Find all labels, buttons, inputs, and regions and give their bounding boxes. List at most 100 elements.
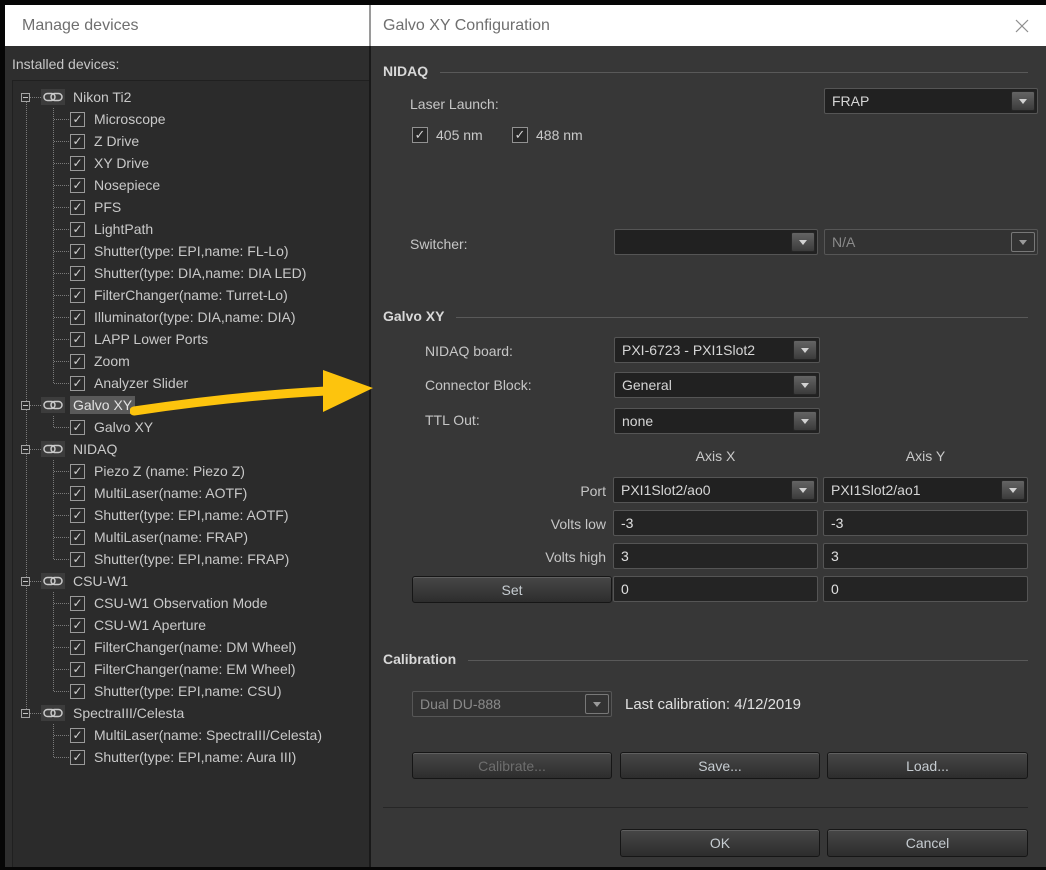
checkmark-icon[interactable]: ✓ <box>70 728 85 743</box>
collapse-icon[interactable] <box>21 401 30 410</box>
tree-group-label[interactable]: Galvo XY <box>70 396 135 414</box>
collapse-icon[interactable] <box>21 577 30 586</box>
tree-item-label[interactable]: Z Drive <box>94 133 139 149</box>
checkmark-icon[interactable]: ✓ <box>70 310 85 325</box>
checkmark-icon[interactable]: ✓ <box>70 200 85 215</box>
tree-item[interactable]: ✓ FilterChanger(name: DM Wheel) <box>13 636 369 658</box>
tree-item-label[interactable]: FilterChanger(name: Turret-Lo) <box>94 287 288 303</box>
chevron-down-icon[interactable] <box>791 232 815 252</box>
tree-item-label[interactable]: Microscope <box>94 111 166 127</box>
tree-group-row[interactable]: SpectraIII/Celesta <box>13 702 369 724</box>
checkmark-icon[interactable]: ✓ <box>70 464 85 479</box>
tree-item[interactable]: ✓Zoom <box>13 350 369 372</box>
tree-item-label[interactable]: Shutter(type: EPI,name: FRAP) <box>94 551 289 567</box>
checkmark-icon[interactable]: ✓ <box>70 178 85 193</box>
checkmark-icon[interactable]: ✓ <box>70 596 85 611</box>
laser-488-checkbox[interactable]: ✓ 488 nm <box>512 127 583 143</box>
tree-item-label[interactable]: MultiLaser(name: SpectraIII/Celesta) <box>94 727 322 743</box>
laser-405-checkbox[interactable]: ✓ 405 nm <box>412 127 483 143</box>
checkmark-icon[interactable]: ✓ <box>70 684 85 699</box>
tree-item[interactable]: ✓ LAPP Lower Ports <box>13 328 369 350</box>
tree-item[interactable]: ✓ LightPath <box>13 218 369 240</box>
tree-group-row[interactable]: NIDAQ <box>13 438 369 460</box>
volts-low-y-input[interactable] <box>823 510 1028 536</box>
tree-group-label[interactable]: NIDAQ <box>70 440 120 458</box>
tree-item-label[interactable]: Zoom <box>94 353 130 369</box>
nidaq-board-dropdown[interactable]: PXI-6723 - PXI1Slot2 <box>614 337 820 363</box>
checkmark-icon[interactable]: ✓ <box>70 288 85 303</box>
checkmark-icon[interactable]: ✓ <box>70 332 85 347</box>
tree-item[interactable]: ✓Galvo XY <box>13 416 369 438</box>
tree-item-label[interactable]: PFS <box>94 199 121 215</box>
tree-item[interactable]: ✓ Illuminator(type: DIA,name: DIA) <box>13 306 369 328</box>
volts-high-y-input[interactable] <box>823 543 1028 569</box>
tree-item-label[interactable]: LAPP Lower Ports <box>94 331 208 347</box>
tree-item-label[interactable]: Shutter(type: EPI,name: FL-Lo) <box>94 243 289 259</box>
laser-launch-dropdown[interactable]: FRAP <box>824 88 1038 114</box>
collapse-icon[interactable] <box>21 93 30 102</box>
tree-item[interactable]: ✓ FilterChanger(name: Turret-Lo) <box>13 284 369 306</box>
tree-item-label[interactable]: Analyzer Slider <box>94 375 188 391</box>
tree-item-label[interactable]: FilterChanger(name: EM Wheel) <box>94 661 296 677</box>
tree-item-label[interactable]: XY Drive <box>94 155 149 171</box>
chevron-down-icon[interactable] <box>793 411 817 431</box>
checkmark-icon[interactable]: ✓ <box>70 376 85 391</box>
checkmark-icon[interactable]: ✓ <box>70 134 85 149</box>
checkmark-icon[interactable]: ✓ <box>70 266 85 281</box>
collapse-icon[interactable] <box>21 709 30 718</box>
tree-item-label[interactable]: Shutter(type: EPI,name: AOTF) <box>94 507 289 523</box>
tree-item[interactable]: ✓MultiLaser(name: AOTF) <box>13 482 369 504</box>
tree-item-label[interactable]: Illuminator(type: DIA,name: DIA) <box>94 309 296 325</box>
checkmark-icon[interactable]: ✓ <box>70 244 85 259</box>
checkmark-icon[interactable]: ✓ <box>412 127 428 143</box>
close-icon[interactable] <box>1010 14 1034 38</box>
tree-item[interactable]: ✓ XY Drive <box>13 152 369 174</box>
tree-item[interactable]: ✓MultiLaser(name: FRAP) <box>13 526 369 548</box>
tree-item[interactable]: ✓ Shutter(type: EPI,name: FRAP) <box>13 548 369 570</box>
checkmark-icon[interactable]: ✓ <box>70 222 85 237</box>
tree-item[interactable]: ✓ Shutter(type: EPI,name: CSU) <box>13 680 369 702</box>
chevron-down-icon[interactable] <box>791 480 815 500</box>
tree-group-row[interactable]: Nikon Ti2 <box>13 86 369 108</box>
tree-item[interactable]: ✓Shutter(type: EPI,name: AOTF) <box>13 504 369 526</box>
checkmark-icon[interactable]: ✓ <box>70 156 85 171</box>
volts-high-x-input[interactable] <box>613 543 818 569</box>
checkmark-icon[interactable]: ✓ <box>70 552 85 567</box>
tree-item-label[interactable]: CSU-W1 Aperture <box>94 617 206 633</box>
tree-item-label[interactable]: Shutter(type: EPI,name: CSU) <box>94 683 282 699</box>
chevron-down-icon[interactable] <box>793 340 817 360</box>
load-button[interactable]: Load... <box>827 752 1028 779</box>
checkmark-icon[interactable]: ✓ <box>70 640 85 655</box>
checkmark-icon[interactable]: ✓ <box>70 618 85 633</box>
tree-group-label[interactable]: SpectraIII/Celesta <box>70 704 187 722</box>
checkmark-icon[interactable]: ✓ <box>70 662 85 677</box>
collapse-icon[interactable] <box>21 445 30 454</box>
tree-item[interactable]: ✓ Shutter(type: EPI,name: FL-Lo) <box>13 240 369 262</box>
checkmark-icon[interactable]: ✓ <box>70 112 85 127</box>
chevron-down-icon[interactable] <box>1001 480 1025 500</box>
tree-group-row[interactable]: CSU-W1 <box>13 570 369 592</box>
tree-item-label[interactable]: LightPath <box>94 221 153 237</box>
connector-block-dropdown[interactable]: General <box>614 372 820 398</box>
tree-item-label[interactable]: Nosepiece <box>94 177 160 193</box>
tree-item[interactable]: ✓ MultiLaser(name: SpectraIII/Celesta) <box>13 724 369 746</box>
tree-group-row[interactable]: Galvo XY <box>13 394 369 416</box>
cancel-button[interactable]: Cancel <box>827 829 1028 857</box>
tree-item-label[interactable]: MultiLaser(name: AOTF) <box>94 485 247 501</box>
port-y-dropdown[interactable]: PXI1Slot2/ao1 <box>823 477 1028 503</box>
chevron-down-icon[interactable] <box>793 375 817 395</box>
set-x-input[interactable] <box>613 576 818 602</box>
tree-group-label[interactable]: Nikon Ti2 <box>70 88 134 106</box>
checkmark-icon[interactable]: ✓ <box>70 750 85 765</box>
tree-item-label[interactable]: Piezo Z (name: Piezo Z) <box>94 463 245 479</box>
tree-item-label[interactable]: Shutter(type: EPI,name: Aura III) <box>94 749 296 765</box>
tree-item-label[interactable]: CSU-W1 Observation Mode <box>94 595 268 611</box>
tree-item[interactable]: ✓ CSU-W1 Aperture <box>13 614 369 636</box>
tree-item-label[interactable]: FilterChanger(name: DM Wheel) <box>94 639 296 655</box>
tree-item[interactable]: ✓ FilterChanger(name: EM Wheel) <box>13 658 369 680</box>
tree-item[interactable]: ✓ CSU-W1 Observation Mode <box>13 592 369 614</box>
port-x-dropdown[interactable]: PXI1Slot2/ao0 <box>613 477 818 503</box>
volts-low-x-input[interactable] <box>613 510 818 536</box>
checkmark-icon[interactable]: ✓ <box>512 127 528 143</box>
tree-item[interactable]: ✓ Piezo Z (name: Piezo Z) <box>13 460 369 482</box>
